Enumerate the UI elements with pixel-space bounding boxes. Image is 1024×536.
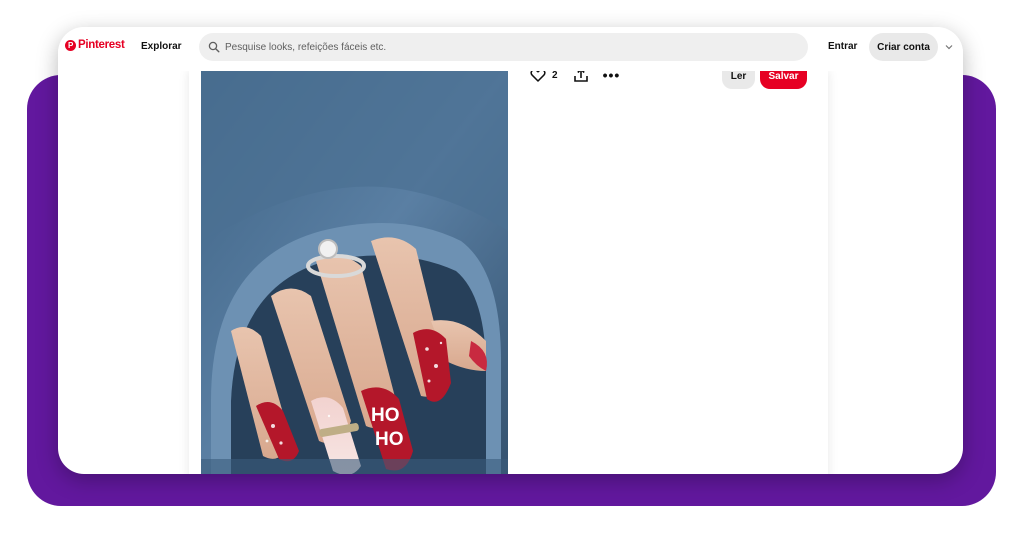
like-count: 2: [552, 69, 558, 81]
nail-text-2: HO: [375, 429, 404, 450]
search-icon: [208, 41, 220, 53]
more-icon[interactable]: •••: [603, 68, 621, 82]
pin-image[interactable]: HO HO: [201, 71, 508, 474]
browser-window: P Pinterest Explorar Entrar Criar conta: [58, 27, 963, 474]
search-input[interactable]: [223, 40, 787, 54]
nail-text-1: HO: [371, 405, 400, 426]
signup-button[interactable]: Criar conta: [869, 33, 938, 61]
nail-photo-illustration: HO HO: [201, 71, 508, 474]
login-button[interactable]: Entrar: [828, 41, 857, 52]
search-bar[interactable]: [199, 33, 808, 61]
pinterest-logo[interactable]: P Pinterest: [65, 39, 125, 51]
top-header: P Pinterest Explorar Entrar Criar conta: [58, 27, 963, 71]
logo-text: Pinterest: [78, 39, 125, 51]
chevron-down-icon[interactable]: [944, 42, 954, 52]
pinterest-logo-icon: P: [65, 39, 76, 51]
explore-link[interactable]: Explorar: [141, 41, 182, 52]
